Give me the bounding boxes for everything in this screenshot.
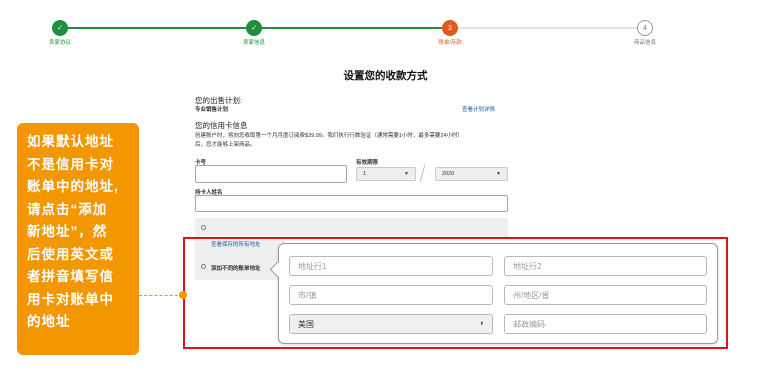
callout-line-7: 者拼音填写信: [27, 269, 114, 284]
different-address-label[interactable]: 添加不同的账单地址: [211, 264, 261, 272]
step-3-label: 账单/存款: [438, 40, 462, 46]
step-1-label: 卖家协议: [48, 40, 72, 46]
default-address-radio[interactable]: [201, 225, 206, 230]
progress-line: [60, 27, 315, 29]
annotation-callout: 如果默认地址 不是信用卡对 账单中的地址, 请点击“添加 新地址”，然 后使用英…: [17, 123, 139, 355]
city-input[interactable]: 市/镇: [289, 285, 493, 305]
step-2-label: 卖家信息: [242, 40, 266, 46]
callout-connector-line: [139, 295, 183, 296]
callout-line-1: 如果默认地址: [27, 134, 114, 149]
view-saved-addresses-link[interactable]: 查看保存的所有地址: [211, 240, 261, 248]
expiry-year-value: 2020: [442, 171, 455, 177]
card-number-input[interactable]: [195, 165, 347, 183]
zip-code-input[interactable]: 邮政编码: [504, 314, 707, 334]
step-4-label: 商品信息: [633, 40, 657, 46]
chevron-down-icon: ▼: [496, 171, 501, 177]
progress-line-remaining: [450, 27, 645, 29]
different-address-radio[interactable]: [201, 264, 206, 269]
callout-line-8: 用卡对账单中: [27, 291, 114, 307]
step-2-check-icon: ✓: [246, 20, 262, 36]
card-info-heading: 您的信用卡信息: [195, 121, 248, 130]
expiry-month-select[interactable]: 1 ▼: [356, 167, 416, 181]
chevron-updown-icon: ⬍: [479, 321, 484, 327]
view-plan-details-link[interactable]: 查看计划详情: [462, 105, 495, 113]
callout-line-6: 后使用英文或: [27, 246, 114, 262]
expiry-year-select[interactable]: 2020 ▼: [435, 167, 508, 181]
callout-line-2: 不是信用卡对: [27, 156, 114, 172]
page-title: 设置您的收款方式: [343, 70, 428, 82]
cardholder-name-input[interactable]: [195, 195, 508, 212]
step-1-check-icon: ✓: [52, 20, 68, 36]
country-select[interactable]: 美国 ⬍: [289, 314, 493, 334]
country-value: 美国: [298, 319, 314, 329]
address-line-1-input[interactable]: 地址行1: [289, 256, 493, 276]
progress-line-2: [315, 27, 450, 29]
step-4-number: 4: [637, 20, 653, 36]
callout-connector-dot: [179, 291, 187, 299]
chevron-down-icon: ▼: [404, 171, 409, 177]
address-line-2-input[interactable]: 地址行2: [504, 256, 707, 276]
card-description-line-2: 后，您才能够上架商品。: [195, 142, 256, 148]
state-input[interactable]: 州/地区/省: [504, 285, 707, 305]
expiry-month-value: 1: [363, 171, 367, 177]
callout-line-5: 新地址”，然: [27, 224, 108, 239]
expiry-label: 有效期限: [356, 160, 379, 166]
callout-line-4: 请点击“添加: [27, 201, 108, 217]
plan-name: 专业销售计划: [195, 107, 229, 113]
callout-line-9: 的地址: [27, 314, 71, 329]
step-3-number: 3: [442, 20, 458, 36]
card-description-line-1: 创建账户时，将向您收取第一个月月度订阅费$39.99。我们执行行数验证（通常需要…: [195, 133, 464, 139]
callout-line-3: 账单中的地址,: [27, 179, 119, 194]
expiry-divider: [419, 165, 426, 182]
billing-address-panel: [195, 218, 508, 238]
